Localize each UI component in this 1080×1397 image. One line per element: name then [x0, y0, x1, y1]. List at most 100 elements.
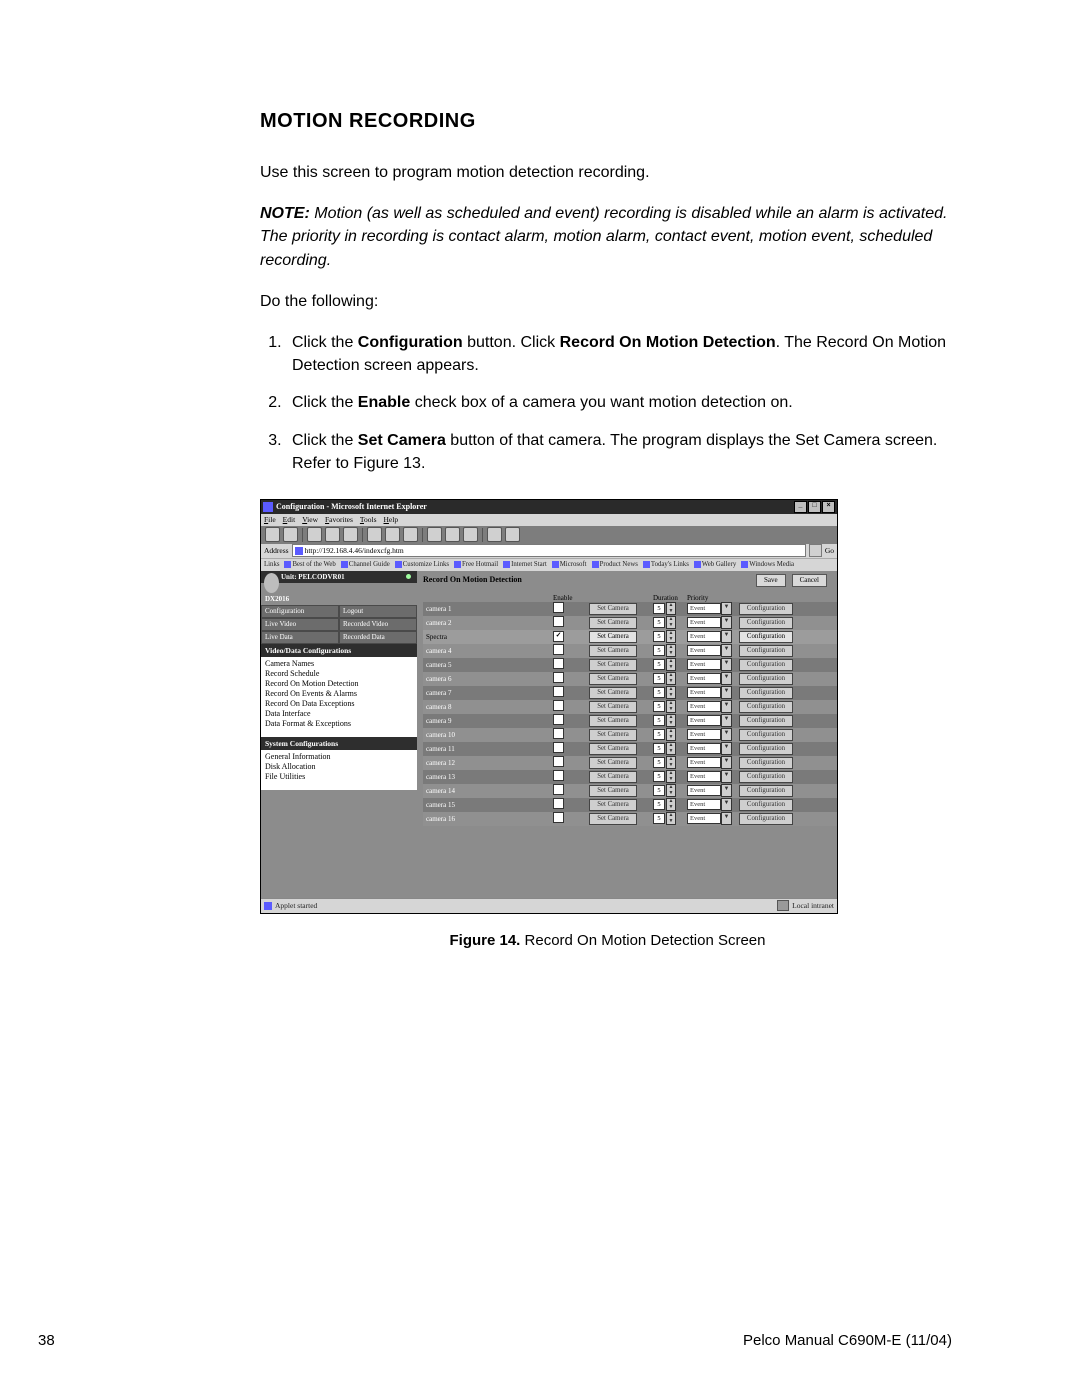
configuration-button[interactable]: Configuration: [739, 673, 793, 685]
set-camera-button[interactable]: Set Camera: [589, 687, 637, 699]
duration-value[interactable]: 5: [653, 715, 665, 726]
set-camera-button[interactable]: Set Camera: [589, 659, 637, 671]
window-button[interactable]: □: [808, 501, 821, 513]
duration-spinner[interactable]: ▲▼: [666, 672, 676, 685]
priority-value[interactable]: Event: [687, 673, 721, 684]
window-button[interactable]: _: [794, 501, 807, 513]
priority-dropdown[interactable]: ▼: [721, 700, 732, 713]
priority-value[interactable]: Event: [687, 701, 721, 712]
history-button[interactable]: [403, 527, 418, 542]
link-item[interactable]: Best of the Web: [284, 561, 335, 568]
duration-value[interactable]: 5: [653, 659, 665, 670]
configuration-button[interactable]: Configuration: [739, 813, 793, 825]
configuration-button[interactable]: Configuration: [739, 701, 793, 713]
priority-dropdown[interactable]: ▼: [721, 602, 732, 615]
duration-value[interactable]: 5: [653, 701, 665, 712]
enable-checkbox[interactable]: [553, 812, 564, 823]
priority-value[interactable]: Event: [687, 617, 721, 628]
menu-item[interactable]: Edit: [283, 515, 296, 524]
sidebar-link[interactable]: Record On Events & Alarms: [265, 689, 413, 699]
enable-checkbox[interactable]: [553, 714, 564, 725]
set-camera-button[interactable]: Set Camera: [589, 729, 637, 741]
priority-dropdown[interactable]: ▼: [721, 728, 732, 741]
duration-value[interactable]: 5: [653, 603, 665, 614]
nav-button[interactable]: Recorded Video: [339, 618, 417, 631]
priority-dropdown[interactable]: ▼: [721, 714, 732, 727]
refresh-button[interactable]: [325, 527, 340, 542]
duration-spinner[interactable]: ▲▼: [666, 798, 676, 811]
configuration-button[interactable]: Configuration: [739, 631, 793, 643]
configuration-button[interactable]: Configuration: [739, 645, 793, 657]
priority-dropdown[interactable]: ▼: [721, 756, 732, 769]
sidebar-link[interactable]: Record On Motion Detection: [265, 679, 413, 689]
duration-value[interactable]: 5: [653, 771, 665, 782]
priority-value[interactable]: Event: [687, 687, 721, 698]
configuration-button[interactable]: Configuration: [739, 757, 793, 769]
nav-button[interactable]: Configuration: [261, 605, 339, 618]
enable-checkbox[interactable]: [553, 770, 564, 781]
duration-spinner[interactable]: ▲▼: [666, 728, 676, 741]
sidebar-link[interactable]: Data Interface: [265, 709, 413, 719]
address-field[interactable]: http://192.168.4.46/indexcfg.htm: [292, 544, 806, 557]
priority-dropdown[interactable]: ▼: [721, 812, 732, 825]
priority-value[interactable]: Event: [687, 729, 721, 740]
sidebar-link[interactable]: Disk Allocation: [265, 762, 413, 772]
duration-value[interactable]: 5: [653, 687, 665, 698]
duration-spinner[interactable]: ▲▼: [666, 686, 676, 699]
enable-checkbox[interactable]: [553, 756, 564, 767]
link-item[interactable]: Windows Media: [741, 561, 794, 568]
duration-value[interactable]: 5: [653, 813, 665, 824]
nav-button[interactable]: Logout: [339, 605, 417, 618]
link-item[interactable]: Today's Links: [643, 561, 689, 568]
link-item[interactable]: Free Hotmail: [454, 561, 498, 568]
duration-value[interactable]: 5: [653, 645, 665, 656]
menu-item[interactable]: Favorites: [325, 515, 353, 524]
configuration-button[interactable]: Configuration: [739, 659, 793, 671]
nav-button[interactable]: Live Data: [261, 631, 339, 644]
link-item[interactable]: Customize Links: [395, 561, 449, 568]
configuration-button[interactable]: Configuration: [739, 743, 793, 755]
priority-value[interactable]: Event: [687, 603, 721, 614]
priority-value[interactable]: Event: [687, 645, 721, 656]
enable-checkbox[interactable]: [553, 742, 564, 753]
edit-button[interactable]: [463, 527, 478, 542]
link-item[interactable]: Channel Guide: [341, 561, 390, 568]
forward-button[interactable]: [283, 527, 298, 542]
print-button[interactable]: [445, 527, 460, 542]
priority-value[interactable]: Event: [687, 813, 721, 824]
duration-value[interactable]: 5: [653, 729, 665, 740]
set-camera-button[interactable]: Set Camera: [589, 743, 637, 755]
priority-value[interactable]: Event: [687, 659, 721, 670]
set-camera-button[interactable]: Set Camera: [589, 799, 637, 811]
enable-checkbox[interactable]: [553, 672, 564, 683]
priority-dropdown[interactable]: ▼: [721, 630, 732, 643]
priority-dropdown[interactable]: ▼: [721, 686, 732, 699]
duration-value[interactable]: 5: [653, 631, 665, 642]
duration-value[interactable]: 5: [653, 785, 665, 796]
cancel-button[interactable]: Cancel: [792, 574, 827, 587]
configuration-button[interactable]: Configuration: [739, 617, 793, 629]
sidebar-link[interactable]: Data Format & Exceptions: [265, 719, 413, 729]
configuration-button[interactable]: Configuration: [739, 729, 793, 741]
mail-button[interactable]: [427, 527, 442, 542]
go-label[interactable]: Go: [825, 546, 834, 555]
enable-checkbox[interactable]: [553, 616, 564, 627]
duration-spinner[interactable]: ▲▼: [666, 630, 676, 643]
priority-value[interactable]: Event: [687, 631, 721, 642]
enable-checkbox[interactable]: [553, 644, 564, 655]
link-item[interactable]: Web Gallery: [694, 561, 736, 568]
priority-dropdown[interactable]: ▼: [721, 616, 732, 629]
home-button[interactable]: [343, 527, 358, 542]
sidebar-link[interactable]: Record On Data Exceptions: [265, 699, 413, 709]
duration-value[interactable]: 5: [653, 673, 665, 684]
priority-dropdown[interactable]: ▼: [721, 798, 732, 811]
set-camera-button[interactable]: Set Camera: [589, 757, 637, 769]
enable-checkbox[interactable]: [553, 728, 564, 739]
priority-dropdown[interactable]: ▼: [721, 784, 732, 797]
duration-spinner[interactable]: ▲▼: [666, 784, 676, 797]
enable-checkbox[interactable]: [553, 784, 564, 795]
duration-value[interactable]: 5: [653, 617, 665, 628]
duration-spinner[interactable]: ▲▼: [666, 700, 676, 713]
priority-dropdown[interactable]: ▼: [721, 658, 732, 671]
back-button[interactable]: [265, 527, 280, 542]
